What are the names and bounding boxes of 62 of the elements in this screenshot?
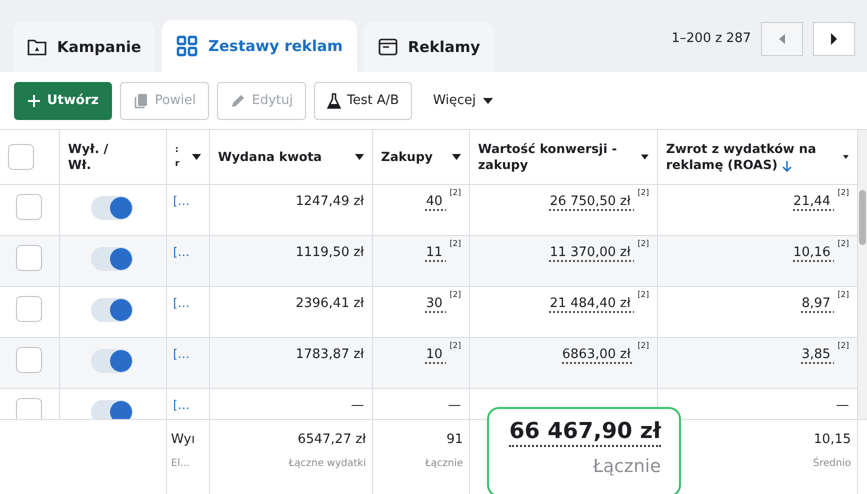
next-page-button[interactable] xyxy=(813,22,855,56)
dropdown-caret-icon[interactable] xyxy=(192,154,201,160)
toggle-switch[interactable] xyxy=(91,349,133,373)
dropdown-caret-icon[interactable] xyxy=(452,154,461,160)
plus-icon xyxy=(27,94,41,108)
column-header: Wył. / Wł. xyxy=(68,140,110,174)
column-header: Wartość konwersji - zakupy xyxy=(478,140,618,174)
column-header: : r xyxy=(175,144,180,171)
column-header: Wydana kwota xyxy=(218,148,322,166)
toggle-switch[interactable] xyxy=(91,400,133,419)
metric-value: — xyxy=(448,397,461,415)
name-link[interactable]: [… xyxy=(173,243,190,261)
name-link[interactable]: [… xyxy=(173,396,190,414)
tab[interactable]: Zestawy reklam xyxy=(162,20,357,72)
scrollbar-thumb[interactable] xyxy=(859,190,866,245)
metric-value: — xyxy=(836,397,849,415)
total-caption: Średnio xyxy=(813,456,851,470)
row-checkbox[interactable] xyxy=(16,296,42,322)
total-value: 10,15 xyxy=(814,431,851,449)
caret-right-icon xyxy=(830,33,838,45)
total-caption: Łącznie xyxy=(425,456,463,470)
caret-icon xyxy=(482,96,494,104)
row-checkbox[interactable] xyxy=(16,245,42,271)
metric-value: — xyxy=(351,397,364,415)
column-header: Zwrot z wydatków na reklamę (ROAS) xyxy=(666,140,818,174)
copy-icon xyxy=(132,92,149,108)
total-caption: Łączne wydatki xyxy=(288,456,366,470)
tab[interactable]: Kampanie xyxy=(13,22,156,72)
toggle-switch[interactable] xyxy=(91,298,133,322)
column-header: Zakupy xyxy=(381,148,433,166)
caret-left-icon xyxy=(778,34,786,44)
tab[interactable]: Reklamy xyxy=(364,22,494,72)
toolbar-button[interactable]: Test A/B xyxy=(314,82,412,120)
total-value: 91 xyxy=(446,431,463,449)
dropdown-caret-icon[interactable] xyxy=(843,154,849,160)
toolbar-button[interactable]: Utwórz xyxy=(14,82,112,120)
page-range: 1–200 z 287 xyxy=(672,30,751,48)
grid-icon xyxy=(176,35,198,57)
row-checkbox[interactable] xyxy=(16,398,42,419)
total-value: 66 467,90 zł xyxy=(509,419,661,448)
name-link[interactable]: [… xyxy=(173,294,190,312)
metric-value[interactable]: 2396,41 zł xyxy=(296,294,364,314)
folder-icon xyxy=(27,38,47,56)
row-checkbox[interactable] xyxy=(16,347,42,373)
dropdown-caret-icon[interactable] xyxy=(355,154,364,160)
metric-value[interactable]: 1783,87 zł xyxy=(296,345,364,364)
total-value: 6547,27 zł xyxy=(298,431,366,449)
metric-value[interactable]: 1247,49 zł xyxy=(296,192,364,212)
row-checkbox[interactable] xyxy=(16,194,42,220)
dropdown-caret-icon[interactable] xyxy=(641,154,649,160)
total-value: Wyı xyxy=(171,431,195,449)
metric-value[interactable]: 1119,50 zł xyxy=(296,243,364,262)
total-caption: El... xyxy=(171,456,190,470)
flask-icon xyxy=(327,92,341,108)
pencil-icon xyxy=(230,92,246,108)
toggle-switch[interactable] xyxy=(91,196,133,220)
name-link[interactable]: [… xyxy=(173,192,190,210)
window-icon xyxy=(378,38,398,56)
total-caption: Łącznie xyxy=(593,455,661,480)
select-all-checkbox[interactable] xyxy=(8,144,34,170)
toggle-switch[interactable] xyxy=(91,247,133,271)
name-link[interactable]: [… xyxy=(173,345,190,363)
